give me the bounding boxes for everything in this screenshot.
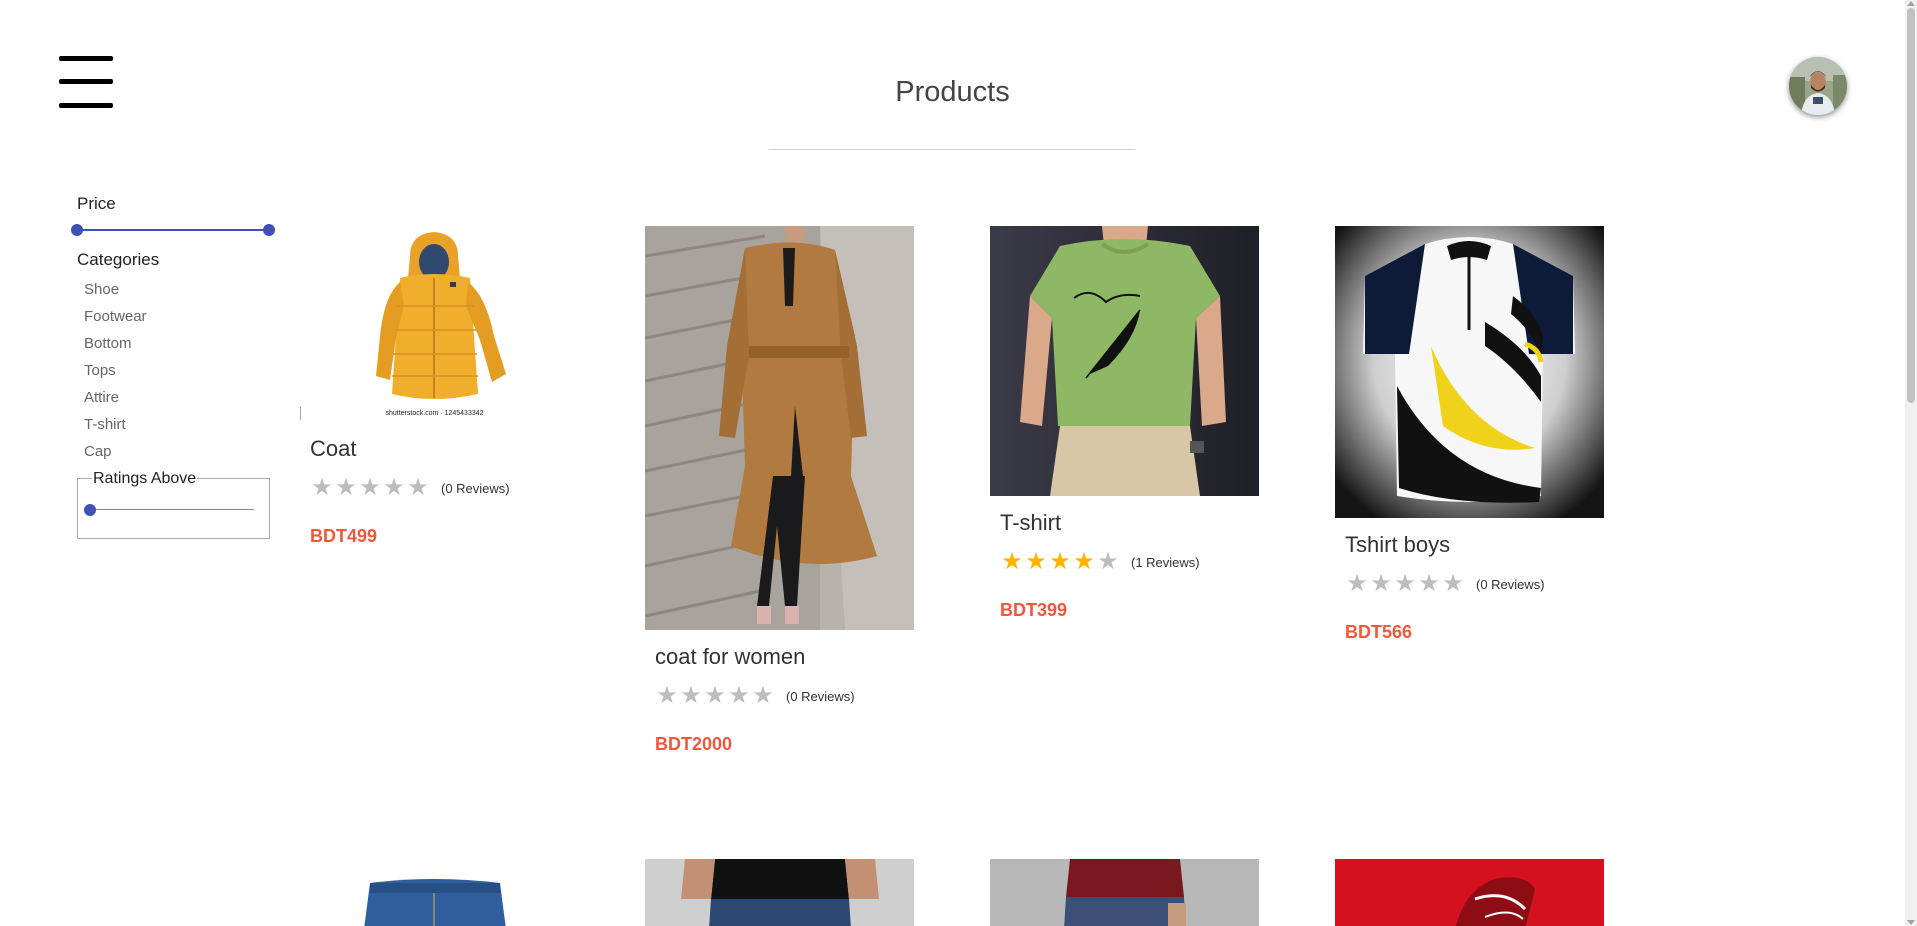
product-image-red-sneaker[interactable] xyxy=(1335,859,1604,926)
star-icon: ★ xyxy=(728,682,750,709)
category-item-shoe[interactable]: Shoe xyxy=(84,278,147,305)
star-icon: ★ xyxy=(1370,570,1392,597)
user-avatar[interactable] xyxy=(1789,57,1847,115)
ratings-filter: Ratings Above xyxy=(77,470,270,539)
price-range-slider[interactable] xyxy=(71,224,275,236)
price-filter-heading: Price xyxy=(77,194,116,213)
product-card[interactable]: Tshirt boys ★ ★ ★ ★ ★ (0 Reviews) BDT566 xyxy=(1335,226,1604,643)
product-image xyxy=(1335,226,1604,518)
category-item-cap[interactable]: Cap xyxy=(84,440,147,467)
vertical-scrollbar[interactable] xyxy=(1905,0,1917,926)
star-icon: ★ xyxy=(1442,570,1464,597)
product-image xyxy=(990,226,1259,496)
star-icon: ★ xyxy=(656,682,678,709)
ratings-slider-track xyxy=(90,509,254,510)
price-slider-track xyxy=(77,229,269,231)
category-item-bottom[interactable]: Bottom xyxy=(84,332,147,359)
product-card[interactable]: coat for women ★ ★ ★ ★ ★ (0 Reviews) BDT2000 xyxy=(645,226,914,755)
product-card[interactable]: shutterstock.com · 1245433342 Coat ★ ★ ★ ★ ★… xyxy=(300,226,569,547)
product-image xyxy=(645,226,914,630)
review-count: (0 Reviews) xyxy=(441,480,510,496)
image-watermark-caption: shutterstock.com · 1245433342 xyxy=(385,410,484,417)
star-icon: ★ xyxy=(1025,548,1047,575)
star-icon: ★ xyxy=(1073,548,1095,575)
product-price: BDT566 xyxy=(1345,622,1413,642)
product-rating: ★ ★ ★ ★ ★ (1 Reviews) xyxy=(1000,550,1259,574)
category-item-tops[interactable]: Tops xyxy=(84,359,147,386)
category-list: Shoe Footwear Bottom Tops Attire T-shirt… xyxy=(84,278,147,467)
ratings-slider[interactable] xyxy=(84,504,254,516)
star-rating: ★ ★ ★ ★ ★ xyxy=(310,476,430,500)
product-image-jeans[interactable] xyxy=(300,859,569,926)
product-name: Tshirt boys xyxy=(1345,532,1451,557)
star-icon: ★ xyxy=(1097,548,1119,575)
product-image-jeans-maroon-top[interactable] xyxy=(990,859,1259,926)
star-icon: ★ xyxy=(704,682,726,709)
scroll-down-arrow-icon[interactable] xyxy=(1907,920,1915,925)
star-icon: ★ xyxy=(311,474,333,501)
star-icon: ★ xyxy=(680,682,702,709)
product-rating: ★ ★ ★ ★ ★ (0 Reviews) xyxy=(655,684,914,708)
title-divider xyxy=(769,149,1135,150)
ratings-slider-thumb[interactable] xyxy=(84,504,96,516)
review-count: (0 Reviews) xyxy=(1476,576,1545,592)
categories-heading: Categories xyxy=(77,250,160,269)
category-item-attire[interactable]: Attire xyxy=(84,386,147,413)
page-title: Products xyxy=(895,76,1010,108)
menu-bar xyxy=(59,56,113,61)
review-count: (1 Reviews) xyxy=(1131,554,1200,570)
scrollbar-thumb[interactable] xyxy=(1907,8,1915,403)
price-max-thumb[interactable] xyxy=(263,224,275,236)
star-rating: ★ ★ ★ ★ ★ xyxy=(655,684,775,708)
star-icon: ★ xyxy=(1394,570,1416,597)
product-rating: ★ ★ ★ ★ ★ (0 Reviews) xyxy=(1345,572,1604,596)
product-name: coat for women xyxy=(655,644,806,669)
category-item-footwear[interactable]: Footwear xyxy=(84,305,147,332)
star-icon: ★ xyxy=(359,474,381,501)
star-icon: ★ xyxy=(1418,570,1440,597)
category-item-tshirt[interactable]: T-shirt xyxy=(84,413,147,440)
star-icon: ★ xyxy=(335,474,357,501)
star-icon: ★ xyxy=(1346,570,1368,597)
product-price: BDT499 xyxy=(310,526,378,546)
star-icon: ★ xyxy=(383,474,405,501)
product-name: Coat xyxy=(310,436,357,461)
star-icon: ★ xyxy=(407,474,429,501)
ratings-filter-heading: Ratings Above xyxy=(92,470,198,488)
scroll-up-arrow-icon[interactable] xyxy=(1907,1,1915,6)
product-price: BDT399 xyxy=(1000,600,1068,620)
product-image-jeans-black-top[interactable] xyxy=(645,859,914,926)
product-image: shutterstock.com · 1245433342 xyxy=(300,226,569,422)
star-rating: ★ ★ ★ ★ ★ xyxy=(1000,550,1120,574)
product-price: BDT2000 xyxy=(655,734,733,754)
star-icon: ★ xyxy=(1001,548,1023,575)
page: Products Price Categories Shoe Footwear … xyxy=(0,0,1905,926)
star-icon: ★ xyxy=(1049,548,1071,575)
product-name: T-shirt xyxy=(1000,510,1062,535)
product-rating: ★ ★ ★ ★ ★ (0 Reviews) xyxy=(310,476,569,500)
price-min-thumb[interactable] xyxy=(71,224,83,236)
star-rating: ★ ★ ★ ★ ★ xyxy=(1345,572,1465,596)
product-card[interactable]: T-shirt ★ ★ ★ ★ ★ (1 Reviews) BDT399 xyxy=(990,226,1259,621)
star-icon: ★ xyxy=(752,682,774,709)
review-count: (0 Reviews) xyxy=(786,688,855,704)
